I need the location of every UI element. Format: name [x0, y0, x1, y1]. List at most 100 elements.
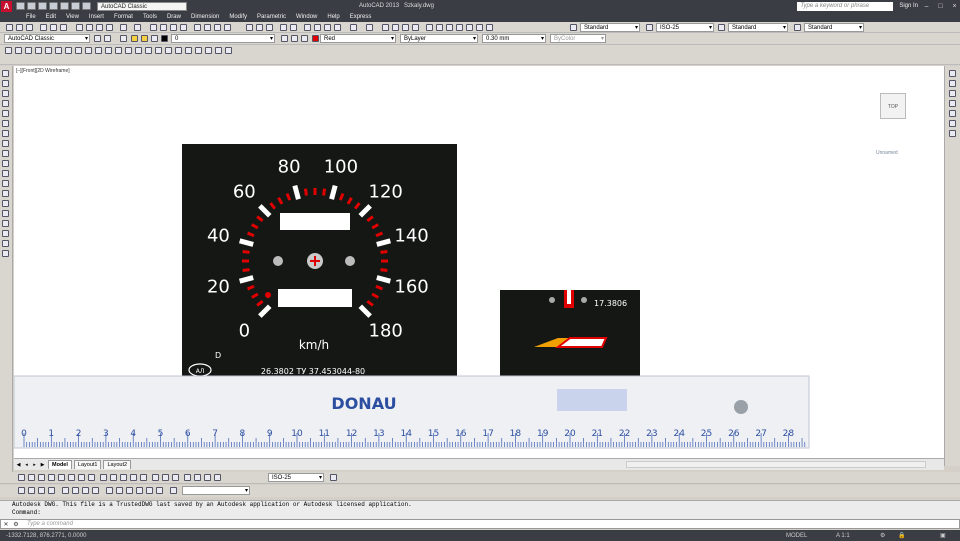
- menu-tools[interactable]: Tools: [143, 14, 157, 20]
- redo-icon[interactable]: [134, 24, 141, 31]
- dim-space-icon[interactable]: [130, 474, 137, 481]
- layer-lock-icon[interactable]: [151, 35, 158, 42]
- cut2-icon[interactable]: [304, 24, 311, 31]
- continue-icon[interactable]: [120, 474, 127, 481]
- workspace-switch-icon[interactable]: ⚙: [880, 532, 885, 539]
- wrench-icon[interactable]: ⚙: [11, 521, 21, 528]
- menu-dimension[interactable]: Dimension: [191, 14, 219, 20]
- paste2-icon[interactable]: [324, 24, 331, 31]
- paste-icon[interactable]: [96, 24, 103, 31]
- inspection-icon[interactable]: [172, 474, 179, 481]
- table-style-dropdown[interactable]: Standard: [728, 23, 788, 32]
- tool-o-icon[interactable]: [170, 487, 177, 494]
- clean-screen-icon[interactable]: ▣: [940, 532, 946, 539]
- undo-icon[interactable]: [71, 2, 80, 10]
- copy-object-icon[interactable]: [2, 80, 9, 87]
- text-front-icon[interactable]: [949, 120, 956, 127]
- dim-edit-icon[interactable]: [194, 474, 201, 481]
- properties-icon[interactable]: [194, 24, 201, 31]
- close-command-icon[interactable]: ✕: [1, 521, 11, 528]
- ordinate-icon[interactable]: [48, 474, 55, 481]
- move-icon[interactable]: [2, 120, 9, 127]
- break-point-icon[interactable]: [2, 180, 9, 187]
- line-icon[interactable]: [5, 47, 12, 54]
- send-under-icon[interactable]: [949, 110, 956, 117]
- menu-modify[interactable]: Modify: [229, 14, 247, 20]
- preview2-icon[interactable]: [290, 24, 297, 31]
- workspace-dropdown[interactable]: AutoCAD Classic: [97, 1, 187, 11]
- drawing-canvas[interactable]: [–][Front][2D Wireframe] TOP Unnamed 0 20…: [14, 66, 944, 458]
- tool-d-icon[interactable]: [48, 487, 55, 494]
- array-icon[interactable]: [2, 110, 9, 117]
- menu-insert[interactable]: Insert: [89, 14, 104, 20]
- command-input[interactable]: Type a command: [27, 521, 73, 527]
- help-search-input[interactable]: Type a keyword or phrase: [797, 1, 894, 11]
- fillet-icon[interactable]: [2, 220, 9, 227]
- offset-icon[interactable]: [2, 100, 9, 107]
- dim-break-icon[interactable]: [140, 474, 147, 481]
- open2-icon[interactable]: [256, 24, 263, 31]
- undo-icon[interactable]: [120, 24, 127, 31]
- point-icon[interactable]: [135, 47, 142, 54]
- menu-help[interactable]: Help: [327, 14, 339, 20]
- text-a-icon[interactable]: [215, 47, 222, 54]
- cut-icon[interactable]: [76, 24, 83, 31]
- next-tab-icon[interactable]: ▸: [31, 461, 38, 469]
- center-mark-icon[interactable]: [162, 474, 169, 481]
- dc2-icon[interactable]: [436, 24, 443, 31]
- layer-dropdown[interactable]: 0: [171, 34, 275, 43]
- ellipse-arc-icon[interactable]: [105, 47, 112, 54]
- maximize-button[interactable]: □: [935, 2, 946, 11]
- quick-dim-icon[interactable]: [100, 474, 107, 481]
- layer-freeze-icon[interactable]: [141, 35, 148, 42]
- table-icon[interactable]: [175, 47, 182, 54]
- tool-i-icon[interactable]: [106, 487, 113, 494]
- close-button[interactable]: ×: [949, 2, 960, 11]
- tp2-icon[interactable]: [446, 24, 453, 31]
- arc-length-icon[interactable]: [38, 474, 45, 481]
- workspace-settings-icon[interactable]: [94, 35, 101, 42]
- linear-dim-icon[interactable]: [18, 474, 25, 481]
- save-as-icon[interactable]: [49, 2, 58, 10]
- save-icon[interactable]: [38, 2, 47, 10]
- redo2-icon[interactable]: [366, 24, 373, 31]
- zoom-window-icon[interactable]: [170, 24, 177, 31]
- last-tab-icon[interactable]: ▶: [39, 461, 46, 469]
- zoom-previous-icon[interactable]: [180, 24, 187, 31]
- draworder-icon[interactable]: [2, 250, 9, 257]
- polyline-icon[interactable]: [25, 47, 32, 54]
- match-properties-icon[interactable]: [106, 24, 113, 31]
- menu-parametric[interactable]: Parametric: [257, 14, 286, 20]
- bring-above-icon[interactable]: [949, 100, 956, 107]
- tool-k-icon[interactable]: [126, 487, 133, 494]
- draw-order-icon[interactable]: [949, 70, 956, 77]
- copy2-icon[interactable]: [314, 24, 321, 31]
- menu-draw[interactable]: Draw: [167, 14, 181, 20]
- menu-edit[interactable]: Edit: [46, 14, 56, 20]
- tool-j-icon[interactable]: [116, 487, 123, 494]
- menu-file[interactable]: File: [26, 14, 36, 20]
- blend-icon[interactable]: [2, 230, 9, 237]
- prev-tab-icon[interactable]: ◂: [23, 461, 30, 469]
- save-icon[interactable]: [26, 24, 33, 31]
- mleader-style-dropdown[interactable]: Standard: [804, 23, 864, 32]
- break-icon[interactable]: [2, 190, 9, 197]
- first-tab-icon[interactable]: ◀: [15, 461, 22, 469]
- text-style-dropdown[interactable]: Standard: [580, 23, 640, 32]
- gradient-icon[interactable]: [155, 47, 162, 54]
- tool-c-icon[interactable]: [38, 487, 45, 494]
- zoomwin2-icon[interactable]: [402, 24, 409, 31]
- open-file-icon[interactable]: [27, 2, 36, 10]
- menu-window[interactable]: Window: [296, 14, 317, 20]
- autocad-logo-icon[interactable]: A: [1, 0, 12, 12]
- tool-palettes-icon[interactable]: [214, 24, 221, 31]
- redo-icon[interactable]: [82, 2, 91, 10]
- dim-style-control[interactable]: ISO-25: [268, 473, 324, 482]
- tab-model[interactable]: Model: [48, 460, 72, 469]
- qnew-icon[interactable]: [6, 24, 13, 31]
- rectangle-icon[interactable]: [45, 47, 52, 54]
- mirror-icon[interactable]: [2, 90, 9, 97]
- layer-previous-icon[interactable]: [291, 35, 298, 42]
- design-center-icon[interactable]: [204, 24, 211, 31]
- diameter-dim-icon[interactable]: [78, 474, 85, 481]
